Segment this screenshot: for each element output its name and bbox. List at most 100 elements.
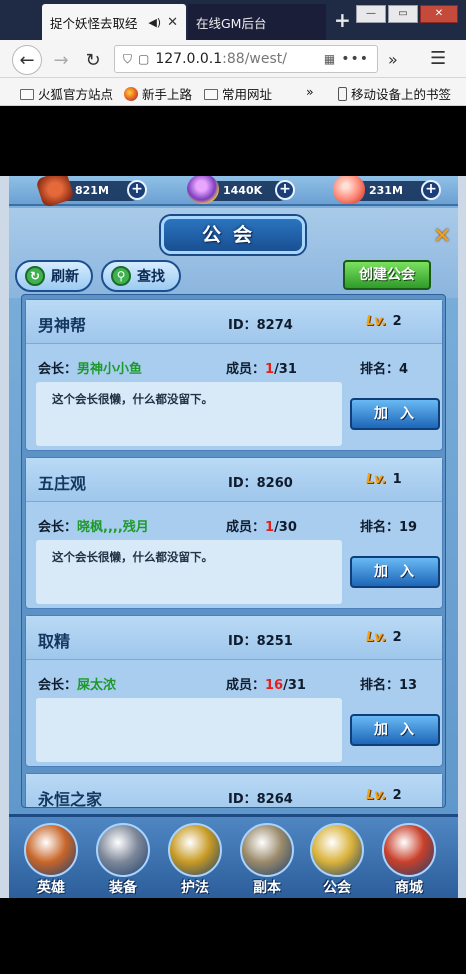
folder-icon	[204, 89, 218, 100]
bookmark-firefox-site[interactable]: 火狐官方站点	[20, 84, 113, 103]
hamburger-menu-icon[interactable]: ☰	[430, 48, 446, 69]
overflow-chevron-icon[interactable]: »	[388, 50, 398, 69]
resource-peach: 231M +	[333, 176, 441, 204]
add-resource-button[interactable]: +	[275, 180, 295, 200]
app-root: 捉个妖怪去取经 ◀) ✕ 在线GM后台 + — ▭ ✕ ← → ↻ ⛉ ▢ 12…	[0, 0, 466, 974]
window-close-icon[interactable]: ✕	[420, 5, 458, 23]
guild-name: 取精	[38, 632, 71, 651]
minimize-icon[interactable]: —	[356, 5, 386, 23]
guild-rank: 排名：19	[360, 520, 418, 535]
search-label: 查找	[137, 269, 165, 285]
nav-label: 公会	[323, 880, 351, 896]
qr-code-icon[interactable]: ▦	[324, 52, 335, 66]
nav-hero[interactable]: 英雄	[19, 823, 83, 897]
peach-icon	[333, 176, 365, 204]
nav-guardian[interactable]: 护法	[163, 823, 227, 897]
join-guild-button[interactable]: 加入	[350, 714, 440, 746]
guild-name: 五庄观	[38, 474, 87, 493]
guild-leader: 会长：屎太浓	[38, 678, 117, 693]
browser-nav-bar: ← → ↻ ⛉ ▢ 127.0.0.1:88/west/ ▦ ••• » ☰	[0, 40, 466, 78]
nav-guild[interactable]: 公会	[305, 823, 369, 897]
nav-dungeon[interactable]: 副本	[235, 823, 299, 897]
tab-title: 捉个妖怪去取经	[50, 15, 138, 31]
tab-inactive[interactable]: 在线GM后台	[188, 4, 326, 40]
magnifier-icon: ⚲	[111, 266, 131, 286]
level-badge: Lv.	[366, 788, 387, 803]
maximize-icon[interactable]: ▭	[388, 5, 418, 23]
url-bar[interactable]: ⛉ ▢ 127.0.0.1:88/west/ ▦ •••	[114, 45, 378, 73]
back-icon[interactable]: ←	[12, 45, 42, 75]
firefox-icon	[124, 87, 138, 101]
nav-label: 英雄	[37, 880, 65, 896]
nav-equipment[interactable]: 装备	[91, 823, 155, 897]
guild-id: ID：8274	[228, 318, 293, 333]
bookmark-mobile[interactable]: 移动设备上的书签	[338, 84, 451, 103]
game-canvas: 821M + 1440K + 231M + 公会 ✕ ↻ 刷新 ⚲ 查找 创建公…	[9, 176, 458, 898]
search-button[interactable]: ⚲ 查找	[101, 260, 181, 292]
bookmarks-bar: 火狐官方站点 新手上路 常用网址 » 移动设备上的书签	[0, 78, 466, 106]
guild-description: 这个会长很懒，什么都没留下。	[36, 382, 342, 446]
guild-members: 成员：16/31	[226, 678, 306, 693]
refresh-button[interactable]: ↻ 刷新	[15, 260, 93, 292]
guild-leader: 会长：晓枫,,,,残月	[38, 520, 149, 535]
nav-label: 装备	[109, 880, 137, 896]
tab-active[interactable]: 捉个妖怪去取经 ◀) ✕	[42, 4, 186, 40]
join-guild-button[interactable]: 加入	[350, 398, 440, 430]
bookmarks-overflow-icon[interactable]: »	[306, 84, 314, 99]
guild-card: 永恒之家 ID：8264 Lv. 2	[25, 773, 443, 808]
nav-label: 副本	[253, 880, 281, 896]
close-tab-icon[interactable]: ✕	[167, 15, 178, 30]
url-text[interactable]: 127.0.0.1:88/west/	[155, 51, 324, 67]
gourd-icon	[187, 176, 219, 204]
guild-card: 取精 ID：8251 Lv. 2 会长：屎太浓 成员：16/31 排名：13 加入	[25, 615, 443, 767]
guild-id: ID：8251	[228, 634, 293, 649]
bookmark-common-sites[interactable]: 常用网址	[204, 84, 272, 103]
guild-members: 成员：1/30	[226, 520, 297, 535]
mobile-icon	[338, 87, 347, 101]
level-badge: Lv.	[366, 314, 387, 329]
forward-icon[interactable]: →	[46, 45, 76, 75]
equipment-icon	[96, 823, 150, 877]
guild-list[interactable]: 男神帮 ID：8274 Lv. 2 会长：男神小小鱼 成员：1/31 排名：4 这…	[21, 294, 446, 808]
shield-icon[interactable]: ⛉	[123, 52, 132, 67]
reload-icon[interactable]: ↻	[78, 45, 108, 75]
guild-level: Lv. 2	[366, 788, 402, 803]
bookmark-getting-started[interactable]: 新手上路	[124, 84, 192, 103]
nav-label: 商城	[395, 880, 423, 896]
resource-value: 231M	[369, 184, 403, 197]
guild-name: 永恒之家	[38, 790, 103, 808]
resource-scroll: 821M +	[35, 176, 147, 209]
nav-shop[interactable]: 商城	[377, 823, 441, 897]
speaker-icon[interactable]: ◀)	[148, 16, 161, 29]
resource-gourd: 1440K +	[187, 176, 295, 204]
folder-icon	[20, 89, 34, 100]
join-guild-button[interactable]: 加入	[350, 556, 440, 588]
guild-leader: 会长：男神小小鱼	[38, 362, 143, 377]
level-badge: Lv.	[366, 630, 387, 645]
tab-title-inactive: 在线GM后台	[196, 15, 267, 31]
add-resource-button[interactable]: +	[421, 180, 441, 200]
guild-card: 男神帮 ID：8274 Lv. 2 会长：男神小小鱼 成员：1/31 排名：4 这…	[25, 299, 443, 451]
dungeon-icon	[240, 823, 294, 877]
resource-value: 821M	[75, 184, 109, 197]
create-guild-button[interactable]: 创建公会	[343, 260, 431, 290]
level-badge: Lv.	[366, 472, 387, 487]
guild-level: Lv. 2	[366, 314, 402, 329]
guild-rank: 排名：4	[360, 362, 409, 377]
resource-bar: 821M + 1440K + 231M +	[9, 176, 458, 209]
guild-id: ID：8260	[228, 476, 293, 491]
resource-value: 1440K	[223, 184, 263, 197]
letterbox-top	[0, 106, 466, 176]
guild-icon	[310, 823, 364, 877]
page-info-icon[interactable]: ▢	[138, 52, 149, 66]
close-panel-icon[interactable]: ✕	[433, 224, 451, 249]
new-tab-icon[interactable]: +	[334, 8, 351, 32]
page-actions-icon[interactable]: •••	[341, 51, 369, 67]
hero-icon	[24, 823, 78, 877]
guild-description: 这个会长很懒，什么都没留下。	[36, 540, 342, 604]
nav-label: 护法	[181, 880, 209, 896]
panel-title: 公会	[161, 216, 305, 254]
guild-level: Lv. 2	[366, 630, 402, 645]
add-resource-button[interactable]: +	[127, 180, 147, 200]
guild-level: Lv. 1	[366, 472, 402, 487]
